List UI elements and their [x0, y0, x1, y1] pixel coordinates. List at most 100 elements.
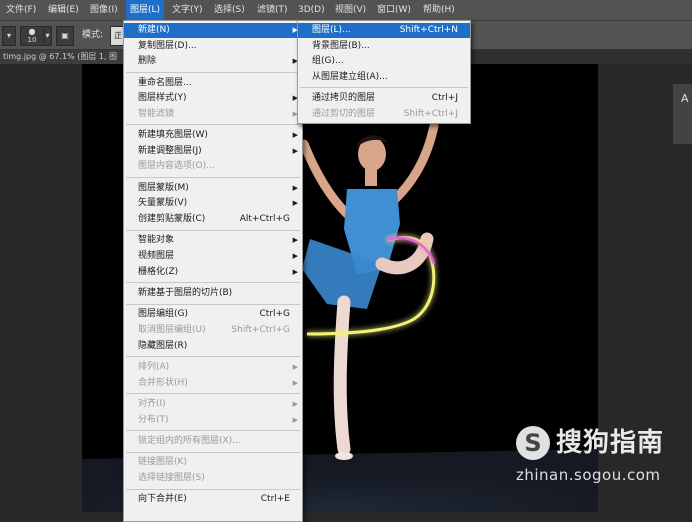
- layer-menu-item[interactable]: 栅格化(Z) ▶: [124, 265, 302, 280]
- menu-item-label: 背景图层(B)...: [312, 40, 370, 51]
- menubar-item[interactable]: 窗口(W): [373, 0, 415, 20]
- menu-item-label: 图层(L)...: [312, 25, 351, 35]
- layer-menu-item[interactable]: 图层样式(Y) ▶: [124, 91, 302, 106]
- layer-menu-item: 图层内容选项(O)...: [124, 159, 302, 174]
- menu-item-label: 重命名图层...: [138, 77, 192, 88]
- menu-item-label: 对齐(I): [138, 399, 166, 409]
- layer-menu-item[interactable]: 智能对象 ▶: [124, 233, 302, 248]
- document-tab[interactable]: timg.jpg @ 67.1% (图层 1, 图: [0, 50, 127, 64]
- menu-item-label: 创建剪贴蒙版(C): [138, 214, 206, 224]
- menubar-item[interactable]: 文件(F): [2, 0, 40, 20]
- menubar-item[interactable]: 3D(D): [294, 0, 329, 20]
- menu-item-label: 图层编组(G): [138, 309, 188, 320]
- new-submenu-item[interactable]: 图层(L)... Shift+Ctrl+N: [298, 23, 470, 38]
- menu-separator: [126, 177, 300, 178]
- new-submenu-item[interactable]: 通过拷贝的图层 Ctrl+J: [298, 91, 470, 106]
- layer-menu-item: 锁定组内的所有图层(X)...: [124, 434, 302, 449]
- menu-item-shortcut: Shift+Ctrl+N: [399, 25, 458, 35]
- menu-separator: [126, 303, 300, 305]
- layer-menu-item[interactable]: 重命名图层...: [124, 76, 302, 91]
- layer-menu-item[interactable]: 新建基于图层的切片(B): [124, 286, 302, 301]
- menu-bar: 文件(F) 编辑(E) 图像(I) 图层(L) 文字(Y) 选择(S) 滤镜(T) 3D(D)…: [0, 0, 692, 21]
- submenu-arrow-icon: ▶: [292, 183, 298, 192]
- new-submenu-item[interactable]: 背景图层(B)...: [298, 39, 470, 54]
- brush-panel-toggle-icon[interactable]: ▣: [56, 26, 74, 46]
- character-panel[interactable]: A: [672, 84, 692, 144]
- menu-item-label: 智能对象: [138, 235, 175, 246]
- submenu-arrow-icon: ▶: [292, 267, 298, 276]
- menu-item-label: 锁定组内的所有图层(X)...: [138, 436, 241, 446]
- menubar-item[interactable]: 图像(I): [86, 0, 122, 20]
- submenu-arrow-icon: ▶: [292, 252, 298, 260]
- menu-item-label: 复制图层(D)...: [138, 40, 197, 51]
- brush-dot-icon: ●: [28, 27, 36, 36]
- layer-menu-item[interactable]: 删除 ▶: [124, 54, 302, 69]
- tool-preset-icon[interactable]: ▾: [2, 26, 16, 46]
- layer-menu-item[interactable]: 新建(N) ▶: [124, 23, 302, 38]
- layer-menu-item[interactable]: 隐藏图层(R): [124, 339, 302, 354]
- menu-item-label: 图层蒙版(M): [138, 182, 189, 193]
- menubar-item[interactable]: 帮助(H): [419, 0, 459, 20]
- menubar-item[interactable]: 选择(S): [210, 0, 249, 20]
- menu-separator: [126, 451, 300, 453]
- menu-item-label: 链接图层(K): [138, 457, 187, 468]
- submenu-arrow-icon: ▶: [292, 378, 298, 387]
- layer-menu-item[interactable]: 创建剪贴蒙版(C) Alt+Ctrl+G: [124, 212, 302, 227]
- layer-menu-item[interactable]: 新建填充图层(W) ▶: [124, 128, 302, 143]
- menu-item-label: 新建调整图层(J): [138, 145, 202, 156]
- new-submenu-item[interactable]: 组(G)...: [298, 54, 470, 69]
- layer-menu-item: 智能滤镜 ▶: [124, 107, 302, 122]
- menu-item-label: 通过拷贝的图层: [312, 93, 376, 104]
- menu-separator: [126, 71, 300, 73]
- layer-menu-item: 取消图层编组(U) Shift+Ctrl+G: [124, 323, 302, 338]
- sogou-watermark: S 搜狗指南 zhinan.sogou.com: [516, 426, 686, 492]
- new-submenu-item[interactable]: 从图层建立组(A)...: [298, 70, 470, 85]
- layer-menu-item[interactable]: 复制图层(D)...: [124, 39, 302, 54]
- brush-dropdown-chevron-icon[interactable]: ▾: [43, 26, 52, 46]
- menu-item-label: 向下合并(E): [138, 494, 187, 505]
- mode-label: 模式:: [82, 30, 104, 40]
- submenu-arrow-icon: ▶: [292, 146, 298, 155]
- layer-menu-item: 分布(T) ▶: [124, 413, 302, 428]
- menu-separator: [126, 356, 300, 358]
- menu-item-label: 视频图层: [138, 251, 175, 261]
- layer-menu-item: 排列(A) ▶: [124, 360, 302, 375]
- layer-menu-item[interactable]: 矢量蒙版(V) ▶: [124, 196, 302, 211]
- layer-menu-item[interactable]: 视频图层 ▶: [124, 249, 302, 264]
- menu-item-label: 隐藏图层(R): [138, 340, 188, 351]
- brush-size-picker[interactable]: ● 10: [20, 26, 44, 46]
- menu-item-label: 分布(T): [138, 414, 169, 425]
- menu-item-shortcut: Ctrl+G: [259, 309, 290, 320]
- layer-menu-item: 选择链接图层(S): [124, 471, 302, 486]
- character-panel-glyph: A: [681, 92, 689, 105]
- layer-menu-item[interactable]: 向下合并(E) Ctrl+E: [124, 492, 302, 507]
- menubar-item[interactable]: 文字(Y): [168, 0, 207, 20]
- menu-item-label: 新建(N): [138, 25, 170, 35]
- submenu-arrow-icon: ▶: [292, 363, 298, 371]
- submenu-arrow-icon: ▶: [292, 199, 298, 208]
- menu-item-label: 图层内容选项(O)...: [138, 161, 215, 172]
- menu-separator: [126, 124, 300, 126]
- menubar-item[interactable]: 编辑(E): [44, 0, 83, 20]
- menu-separator: [126, 393, 300, 395]
- menu-item-shortcut: Alt+Ctrl+G: [239, 214, 290, 224]
- menu-item-label: 通过剪切的图层: [312, 108, 376, 119]
- menu-separator: [126, 282, 300, 284]
- layer-menu-item[interactable]: 图层蒙版(M) ▶: [124, 181, 302, 196]
- menubar-item[interactable]: 滤镜(T): [253, 0, 292, 20]
- watermark-url: zhinan.sogou.com: [516, 466, 661, 484]
- menu-separator: [126, 430, 300, 432]
- new-submenu: 图层(L)... Shift+Ctrl+N 背景图层(B)... 组(G)... 从图层…: [297, 20, 471, 124]
- watermark-name: 搜狗指南: [556, 428, 665, 458]
- menu-item-label: 排列(A): [138, 362, 170, 372]
- menubar-item[interactable]: 视图(V): [331, 0, 370, 20]
- submenu-arrow-icon: ▶: [292, 236, 298, 245]
- menubar-item[interactable]: 图层(L): [126, 0, 165, 20]
- menu-item-shortcut: Shift+Ctrl+G: [231, 325, 290, 335]
- menu-separator: [126, 488, 300, 490]
- menu-item-label: 取消图层编组(U): [138, 325, 206, 335]
- layer-menu-item[interactable]: 新建调整图层(J) ▶: [124, 144, 302, 159]
- layer-menu-item: 合并形状(H) ▶: [124, 376, 302, 391]
- menu-item-shortcut: Ctrl+J: [431, 93, 458, 104]
- layer-menu-item[interactable]: 图层编组(G) Ctrl+G: [124, 307, 302, 322]
